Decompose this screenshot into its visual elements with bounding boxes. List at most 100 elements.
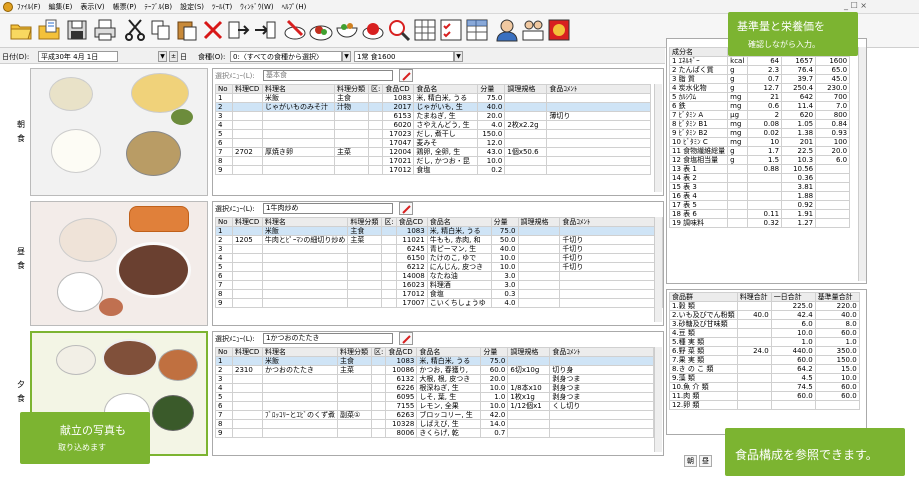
- table-cell[interactable]: [559, 298, 663, 308]
- table-cell[interactable]: かつお, 春獲り,: [416, 365, 482, 375]
- table-cell[interactable]: 主菜: [337, 365, 372, 375]
- table-cell[interactable]: [367, 165, 384, 175]
- table-cell[interactable]: [507, 410, 551, 420]
- table-cell[interactable]: [231, 226, 263, 236]
- table-cell[interactable]: [736, 373, 772, 383]
- table-cell[interactable]: 7.0: [815, 101, 851, 111]
- table-row[interactable]: 16 表 4 1.88: [668, 191, 851, 201]
- table-cell[interactable]: [231, 280, 263, 290]
- table-row[interactable]: 3 6245 青ピーマン, 生 40.0 千切り: [215, 244, 663, 254]
- table-cell[interactable]: じゃがいも, 生: [413, 102, 479, 112]
- table-cell[interactable]: [727, 209, 749, 219]
- table-cell[interactable]: [549, 356, 655, 366]
- table-cell[interactable]: 主菜: [334, 147, 369, 157]
- table-cell[interactable]: 1: [215, 226, 233, 236]
- table-cell[interactable]: mg: [727, 128, 749, 138]
- table-cell[interactable]: [232, 165, 263, 175]
- table-cell[interactable]: 7: [215, 410, 233, 420]
- table-cell[interactable]: [262, 428, 338, 438]
- table-cell[interactable]: たまねぎ, 生: [413, 111, 479, 121]
- table-cell[interactable]: 220.0: [814, 301, 860, 311]
- table-cell[interactable]: [347, 298, 383, 308]
- table-row[interactable]: 7.果 実 類 60.0 150.0: [669, 355, 860, 365]
- table-cell[interactable]: [504, 93, 548, 103]
- table-cell[interactable]: mg: [727, 137, 749, 147]
- table-cell[interactable]: 100: [815, 137, 851, 147]
- table-cell[interactable]: [347, 253, 383, 263]
- table-cell[interactable]: [815, 209, 851, 219]
- table-cell[interactable]: [549, 419, 655, 429]
- checklist-icon[interactable]: [438, 17, 464, 43]
- table-cell[interactable]: 12.卵 類: [669, 400, 738, 410]
- table-cell[interactable]: [367, 111, 384, 121]
- table-cell[interactable]: [367, 120, 384, 130]
- table-cell[interactable]: μg: [727, 110, 749, 120]
- table-cell[interactable]: 10: [747, 137, 783, 147]
- table-cell[interactable]: 150.0: [814, 355, 860, 365]
- pencil-food-icon[interactable]: [282, 17, 308, 43]
- table-row[interactable]: 4 6226 根深ねぎ, 生 10.0 1/8本x10 剥身つま: [215, 383, 655, 393]
- vertical-scrollbar[interactable]: [654, 347, 662, 452]
- table-cell[interactable]: 43.0: [477, 147, 506, 157]
- table-cell[interactable]: [347, 244, 383, 254]
- table-cell[interactable]: [337, 428, 372, 438]
- table-cell[interactable]: 75.0: [480, 356, 509, 366]
- table-cell[interactable]: 14008: [395, 271, 428, 281]
- table-cell[interactable]: 14 表 2: [668, 173, 729, 183]
- table-cell[interactable]: 20.0: [815, 146, 851, 156]
- table-cell[interactable]: 剥身つま: [549, 383, 655, 393]
- table-cell[interactable]: g: [727, 65, 749, 75]
- table-cell[interactable]: 汁物: [334, 102, 369, 112]
- table-cell[interactable]: 15.0: [814, 364, 860, 374]
- table-cell[interactable]: [261, 262, 349, 272]
- table-cell[interactable]: 14.0: [480, 419, 509, 429]
- table-cell[interactable]: [232, 129, 263, 139]
- table-cell[interactable]: [262, 392, 338, 402]
- table-cell[interactable]: 2702: [232, 147, 263, 157]
- table-cell[interactable]: [815, 191, 851, 201]
- table-cell[interactable]: 4.豆 類: [669, 328, 738, 338]
- table-cell[interactable]: 201: [781, 137, 817, 147]
- table-cell[interactable]: 5 ｶﾙｼｳﾑ: [668, 92, 729, 102]
- table-cell[interactable]: 千切り: [559, 262, 663, 272]
- table-cell[interactable]: 1.38: [781, 128, 817, 138]
- table-cell[interactable]: [262, 156, 335, 166]
- table-cell[interactable]: [559, 289, 663, 299]
- table-cell[interactable]: 60.0: [480, 365, 509, 375]
- table-cell[interactable]: 10 ﾋﾞﾀﾐﾝ C: [668, 137, 729, 147]
- table-cell[interactable]: 1205: [231, 235, 263, 245]
- table-cell[interactable]: [815, 200, 851, 210]
- table-row[interactable]: 12 食塩相当量 g 1.5 10.3 6.0: [668, 155, 851, 165]
- paste-icon[interactable]: [174, 17, 200, 43]
- table-row[interactable]: 9 17007 こいくちしょうゆ 4.0: [215, 298, 663, 308]
- table-row[interactable]: 9.藻 類 4.5 10.0: [669, 373, 860, 383]
- table-cell[interactable]: 8006: [385, 428, 418, 438]
- table-row-selected[interactable]: 2 じゃがいものみそ汁 汁物 2017 じゃがいも, 生 40.0: [215, 102, 652, 112]
- table-cell[interactable]: 米, 精白米, うる: [416, 356, 482, 366]
- table-cell[interactable]: 根深ねぎ, 生: [416, 383, 482, 393]
- table-cell[interactable]: 4: [215, 120, 233, 130]
- table-cell[interactable]: [559, 280, 663, 290]
- menu-settings[interactable]: 設定(S): [180, 2, 204, 12]
- table-cell[interactable]: [367, 93, 384, 103]
- table-cell[interactable]: 5.種 実 類: [669, 337, 738, 347]
- table-cell[interactable]: 10086: [385, 365, 418, 375]
- table-cell[interactable]: kcal: [727, 56, 749, 66]
- table-cell[interactable]: 8: [215, 419, 233, 429]
- table-cell[interactable]: 64.2: [770, 364, 816, 374]
- people-icon[interactable]: [520, 17, 546, 43]
- table-cell[interactable]: [337, 392, 372, 402]
- table-cell[interactable]: [727, 182, 749, 192]
- person-icon[interactable]: [494, 17, 520, 43]
- table-row[interactable]: 9 ﾋﾞﾀﾐﾝ B2 mg 0.02 1.38 0.93: [668, 128, 851, 138]
- table-cell[interactable]: [232, 356, 263, 366]
- table-cell[interactable]: 16023: [395, 280, 428, 290]
- table-cell[interactable]: [517, 235, 561, 245]
- menu-help[interactable]: ﾍﾙﾌﾟ(H): [282, 2, 307, 12]
- table-cell[interactable]: 牛もも, 赤肉, 和: [426, 235, 492, 245]
- table-cell[interactable]: [232, 410, 263, 420]
- table-cell[interactable]: [517, 298, 561, 308]
- table-cell[interactable]: 10.3: [781, 155, 817, 165]
- table-cell[interactable]: [727, 218, 749, 228]
- table-cell[interactable]: 1.88: [781, 191, 817, 201]
